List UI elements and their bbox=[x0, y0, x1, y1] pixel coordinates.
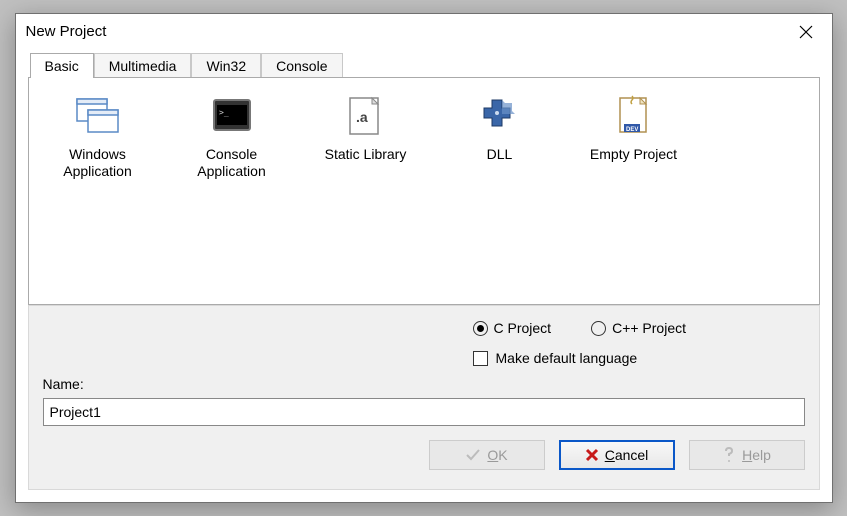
radio-label: C Project bbox=[494, 320, 552, 336]
help-button[interactable]: Help bbox=[689, 440, 805, 470]
default-language-row: Make default language bbox=[473, 350, 805, 366]
template-static-library[interactable]: .a Static Library bbox=[311, 88, 421, 167]
help-icon bbox=[722, 447, 736, 463]
button-label-first: C bbox=[605, 447, 615, 463]
dialog-buttons: OK Cancel Help bbox=[43, 440, 805, 470]
template-console-application[interactable]: >_ Console Application bbox=[177, 88, 287, 184]
template-label: Windows Application bbox=[47, 146, 149, 180]
cancel-x-icon bbox=[585, 448, 599, 462]
tab-console[interactable]: Console bbox=[261, 53, 342, 78]
svg-text:>_: >_ bbox=[219, 108, 229, 117]
windows-app-icon bbox=[74, 92, 122, 140]
radio-c-project[interactable]: C Project bbox=[473, 320, 552, 336]
tab-basic[interactable]: Basic bbox=[30, 53, 94, 78]
checkbox-label: Make default language bbox=[496, 350, 638, 366]
templates-row: Windows Application >_ Console Applicati… bbox=[43, 88, 805, 184]
close-button[interactable] bbox=[788, 18, 824, 46]
radio-cpp-project[interactable]: C++ Project bbox=[591, 320, 686, 336]
template-label: DLL bbox=[487, 146, 513, 163]
ok-button[interactable]: OK bbox=[429, 440, 545, 470]
dialog-content: Basic Multimedia Win32 Console Windo bbox=[16, 49, 832, 502]
template-label: Static Library bbox=[325, 146, 407, 163]
template-label: Empty Project bbox=[590, 146, 677, 163]
template-dll[interactable]: DLL bbox=[445, 88, 555, 167]
bottom-area: C Project C++ Project Make default langu… bbox=[28, 305, 820, 490]
language-radios: C Project C++ Project bbox=[473, 320, 805, 336]
check-icon bbox=[465, 448, 481, 462]
button-label-rest: elp bbox=[752, 447, 771, 463]
button-label-rest: K bbox=[498, 447, 507, 463]
static-lib-icon: .a bbox=[342, 92, 390, 140]
svg-text:DEV: DEV bbox=[626, 127, 638, 133]
templates-panel: Windows Application >_ Console Applicati… bbox=[28, 77, 820, 305]
template-windows-application[interactable]: Windows Application bbox=[43, 88, 153, 184]
new-project-dialog: New Project Basic Multimedia Win32 Conso… bbox=[15, 13, 833, 503]
button-label-first: O bbox=[487, 447, 498, 463]
template-empty-project[interactable]: DEV Empty Project bbox=[579, 88, 689, 167]
project-name-input[interactable] bbox=[43, 398, 805, 426]
button-label-first: H bbox=[742, 447, 752, 463]
radio-label: C++ Project bbox=[612, 320, 686, 336]
console-app-icon: >_ bbox=[208, 92, 256, 140]
tab-win32[interactable]: Win32 bbox=[191, 53, 261, 78]
template-label: Console Application bbox=[181, 146, 283, 180]
dialog-title: New Project bbox=[26, 23, 107, 40]
button-label-rest: ancel bbox=[615, 447, 648, 463]
radio-circle-icon bbox=[473, 321, 488, 336]
titlebar: New Project bbox=[16, 14, 832, 49]
radio-circle-icon bbox=[591, 321, 606, 336]
empty-project-icon: DEV bbox=[610, 92, 658, 140]
svg-text:.a: .a bbox=[356, 109, 368, 125]
name-label: Name: bbox=[43, 376, 805, 392]
cancel-button[interactable]: Cancel bbox=[559, 440, 675, 470]
tab-multimedia[interactable]: Multimedia bbox=[94, 53, 192, 78]
tabs-row: Basic Multimedia Win32 Console bbox=[28, 49, 820, 77]
dll-icon bbox=[476, 92, 524, 140]
default-language-checkbox[interactable] bbox=[473, 351, 488, 366]
